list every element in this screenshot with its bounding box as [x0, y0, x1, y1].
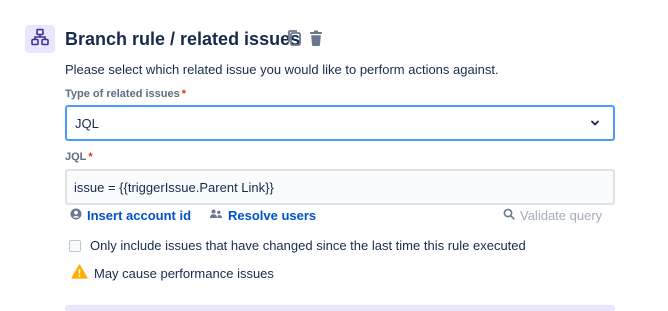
- related-type-selected-value: JQL: [75, 115, 99, 131]
- performance-warning: May cause performance issues: [71, 264, 274, 282]
- jql-input[interactable]: [74, 179, 604, 195]
- resolve-users-link[interactable]: Resolve users: [209, 208, 316, 223]
- jql-label: JQL *: [65, 151, 93, 163]
- description-text: Please select which related issue you wo…: [65, 62, 499, 77]
- chevron-down-icon[interactable]: [589, 117, 601, 129]
- validate-query-label: Validate query: [520, 208, 603, 223]
- user-circle-icon: [70, 208, 82, 223]
- next-action-panel: [65, 305, 615, 311]
- trash-icon[interactable]: [308, 29, 324, 47]
- jql-label-text: JQL: [65, 151, 87, 163]
- warning-text: May cause performance issues: [94, 265, 274, 281]
- only-changed-option: Only include issues that have changed si…: [69, 238, 526, 253]
- jql-helper-links: Insert account id Resolve users Validate…: [70, 208, 610, 224]
- insert-account-id-link[interactable]: Insert account id: [70, 208, 191, 223]
- page-title: Branch rule / related issues: [65, 29, 301, 49]
- required-marker: *: [88, 151, 93, 163]
- insert-account-id-label: Insert account id: [87, 208, 192, 223]
- only-changed-label[interactable]: Only include issues that have changed si…: [90, 238, 526, 253]
- related-type-label-text: Type of related issues: [65, 88, 180, 100]
- users-icon: [209, 208, 223, 223]
- search-icon: [503, 208, 515, 223]
- branch-rule-icon-box: [25, 25, 55, 53]
- required-marker: *: [181, 88, 187, 100]
- related-type-select[interactable]: JQL: [65, 105, 615, 141]
- resolve-users-label: Resolve users: [228, 208, 317, 223]
- related-type-label: Type of related issues *: [65, 88, 186, 100]
- copy-icon[interactable]: [286, 29, 302, 47]
- only-changed-checkbox[interactable]: [69, 239, 81, 252]
- branch-rule-panel: Branch rule / related issues Please sele…: [0, 0, 668, 311]
- branch-hierarchy-icon: [31, 28, 49, 51]
- validate-query-link[interactable]: Validate query: [503, 208, 602, 223]
- title-actions: [286, 29, 324, 47]
- warning-icon: [71, 264, 88, 282]
- jql-field[interactable]: [65, 169, 615, 205]
